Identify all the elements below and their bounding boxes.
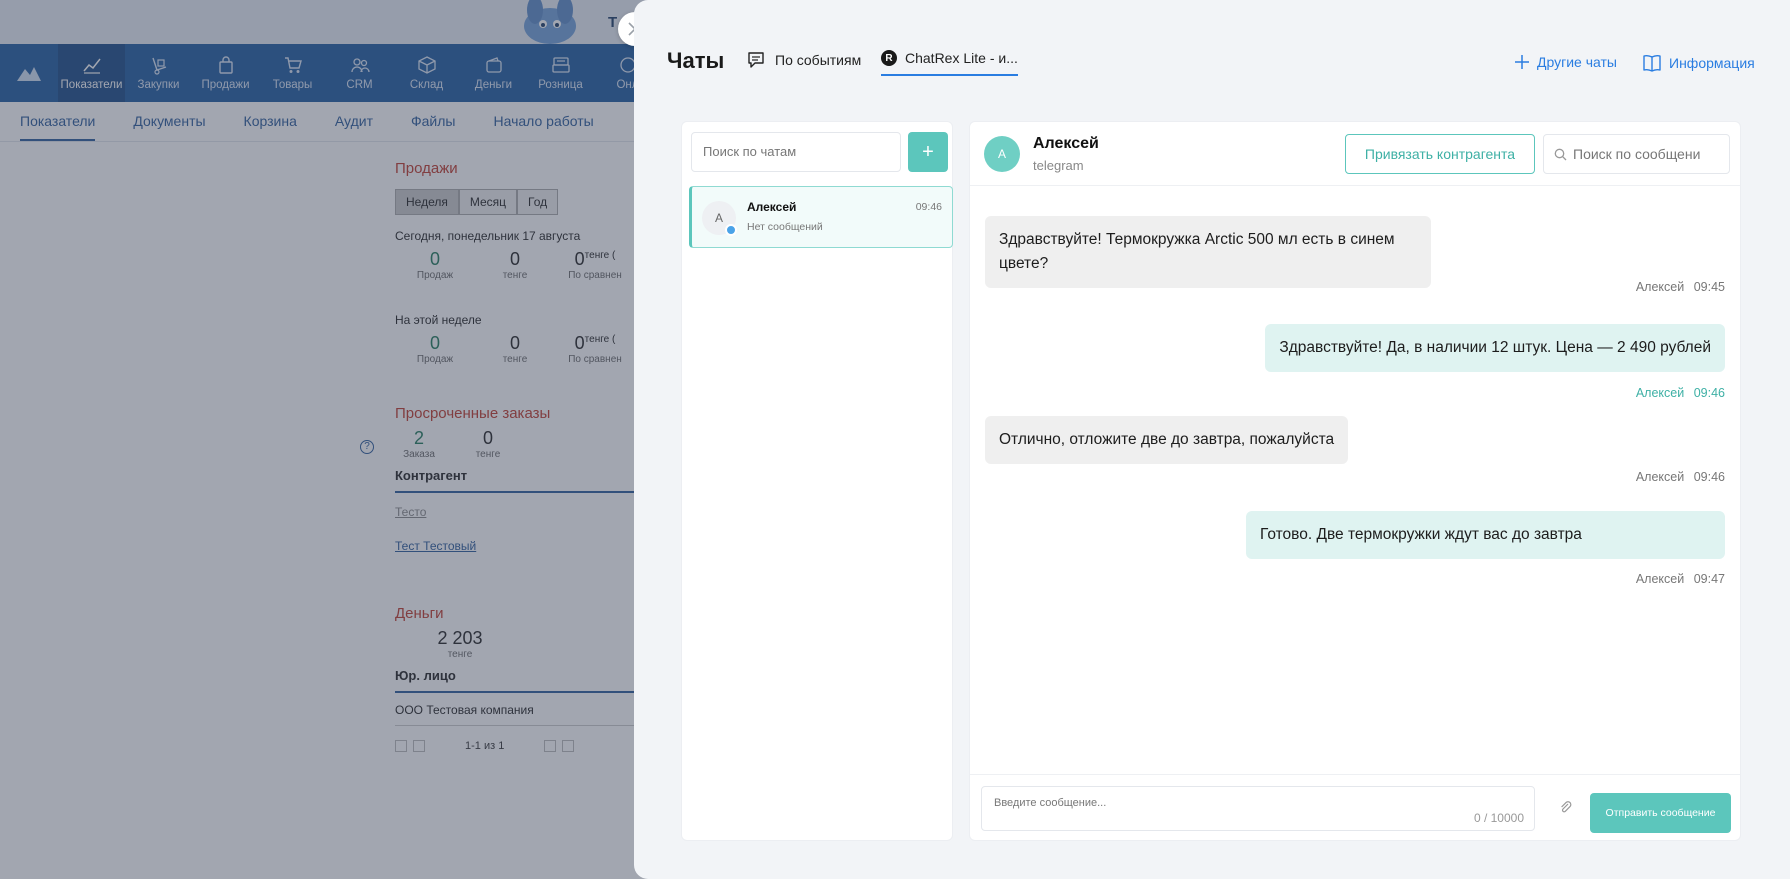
conversation-pane: А Алексей telegram Привязать контрагента… [969,121,1741,841]
message-input-placeholder: Введите сообщение... [994,797,1107,809]
message-search-input[interactable]: Поиск по сообщени [1543,134,1730,174]
panel-header: Чаты По событиям R ChatRex Lite - и... Д… [634,0,1790,100]
message-author: Алексей [1635,386,1685,400]
plus-icon [1515,55,1529,69]
bind-counterparty-button[interactable]: Привязать контрагента [1345,134,1535,174]
message-outgoing: Готово. Две термокружки ждут вас до завт… [1246,511,1725,559]
add-chat-button[interactable]: + [908,132,948,172]
message-author: Алексей [1635,470,1685,484]
info-link[interactable]: Информация [1642,54,1755,72]
message-meta: Алексей 09:46 [1636,470,1725,484]
chat-item-time: 09:46 [915,201,942,213]
message-incoming: Отлично, отложите две до завтра, пожалуй… [985,416,1349,464]
search-icon [1554,148,1567,160]
chat-search-input[interactable]: Поиск по чатам [691,132,901,172]
chat-avatar: А [702,201,737,236]
chats-panel: Чаты По событиям R ChatRex Lite - и... Д… [634,0,1790,879]
message-search-placeholder: Поиск по сообщени [1573,146,1701,162]
message-author: Алексей [1635,572,1685,586]
chat-avatar-letter: А [714,211,723,225]
chat-item-preview: Нет сообщений [747,221,823,233]
other-chats-link[interactable]: Другие чаты [1514,54,1617,70]
contact-channel: telegram [1033,158,1084,173]
conversation-header: А Алексей telegram Привязать контрагента… [970,122,1740,186]
chat-list-item[interactable]: А Алексей Нет сообщений 09:46 [689,186,953,248]
chat-bubble-icon [748,52,764,68]
chat-item-name: Алексей [747,200,797,214]
tab-chatrex-label: ChatRex Lite - и... [905,50,1018,66]
tab-events-label: По событиям [775,52,862,68]
attach-button[interactable] [1555,797,1577,819]
other-chats-label: Другие чаты [1537,54,1617,70]
panel-title: Чаты [667,48,725,73]
message-author: Алексей [1635,280,1685,294]
book-icon [1643,54,1661,72]
message-time: 09:45 [1693,280,1725,294]
contact-avatar: А [984,136,1020,172]
composer: Введите сообщение... 0 / 10000 Отправить… [970,774,1740,842]
char-counter: 0 / 10000 [1473,811,1524,825]
message-input[interactable]: Введите сообщение... 0 / 10000 [981,786,1535,831]
message-incoming: Здравствуйте! Термокружка Arctic 500 мл … [985,216,1431,288]
message-outgoing: Здравствуйте! Да, в наличии 12 штук. Цен… [1265,324,1725,372]
contact-name: Алексей [1033,135,1099,152]
message-time: 09:46 [1693,386,1725,400]
message-time: 09:46 [1693,470,1725,484]
paperclip-icon [1561,801,1572,813]
tab-chatrex[interactable]: R ChatRex Lite - и... [881,50,1018,76]
telegram-status-icon [725,224,737,236]
send-message-button[interactable]: Отправить сообщение [1590,793,1731,833]
message-meta: Алексей 09:47 [1636,572,1725,586]
message-meta: Алексей 09:45 [1636,280,1725,294]
chat-list-pane: Поиск по чатам + А Алексей Нет сообщений… [681,121,953,841]
message-meta: Алексей 09:46 [1636,386,1725,400]
chatrex-badge-icon: R [881,50,897,66]
message-time: 09:47 [1693,572,1725,586]
info-label: Информация [1669,55,1755,71]
tab-events[interactable]: По событиям [747,50,861,78]
